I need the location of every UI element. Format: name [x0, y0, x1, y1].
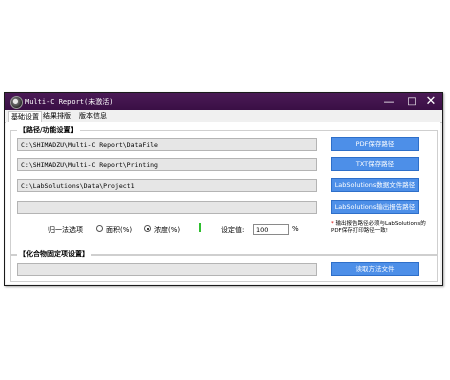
pdf-save-path-button[interactable]: PDF保存路径	[331, 137, 419, 151]
set-value-label: 设定值:	[221, 226, 245, 234]
percent-unit: %	[292, 225, 299, 233]
labsolutions-data-path-field[interactable]: C:\LabSolutions\Data\Project1	[17, 179, 317, 192]
window-title: Multi-C Report(未激活)	[25, 98, 114, 106]
path-note-text: 输出报告路径必须与LabSolutions的PDF保存打印路径一致!	[331, 221, 426, 234]
labsolutions-report-path-button[interactable]: LabSolutions输出报告路径	[331, 200, 419, 214]
warning-star-icon: *	[331, 221, 334, 227]
compound-group-title: 【化合物固定项设置】	[17, 249, 91, 259]
area-radio[interactable]	[96, 225, 103, 232]
app-icon	[10, 96, 23, 109]
concentration-radio[interactable]	[144, 225, 151, 232]
read-method-file-button[interactable]: 读取方法文件	[331, 262, 419, 276]
tab-result-layout[interactable]: 结果排版	[41, 111, 73, 121]
txt-path-field[interactable]: C:\SHIMADZU\Multi-C Report\Printing	[17, 158, 317, 171]
tab-basic-settings[interactable]: 基础设置	[8, 111, 42, 122]
method-file-field[interactable]	[17, 263, 317, 276]
status-indicator	[199, 223, 201, 232]
labsolutions-report-path-field[interactable]	[17, 201, 317, 214]
normalize-label: 归一法选项	[48, 226, 83, 234]
area-radio-label: 面积(%)	[106, 226, 133, 234]
labsolutions-data-path-button[interactable]: LabSolutions数据文件路径	[331, 178, 419, 192]
path-note: * 输出报告路径必须与LabSolutions的PDF保存打印路径一致!	[331, 221, 436, 235]
tab-version-info[interactable]: 版本信息	[77, 111, 109, 121]
title-bar[interactable]: Multi-C Report(未激活) — □ ✕	[5, 93, 442, 110]
path-group-title: 【路径/功能设置】	[17, 125, 80, 135]
concentration-radio-label: 浓度(%)	[154, 226, 181, 234]
set-value-input[interactable]: 100	[253, 224, 289, 235]
txt-save-path-button[interactable]: TXT保存路径	[331, 157, 419, 171]
close-button[interactable]: ✕	[416, 93, 446, 110]
pdf-path-field[interactable]: C:\SHIMADZU\Multi-C Report\DataFile	[17, 138, 317, 151]
